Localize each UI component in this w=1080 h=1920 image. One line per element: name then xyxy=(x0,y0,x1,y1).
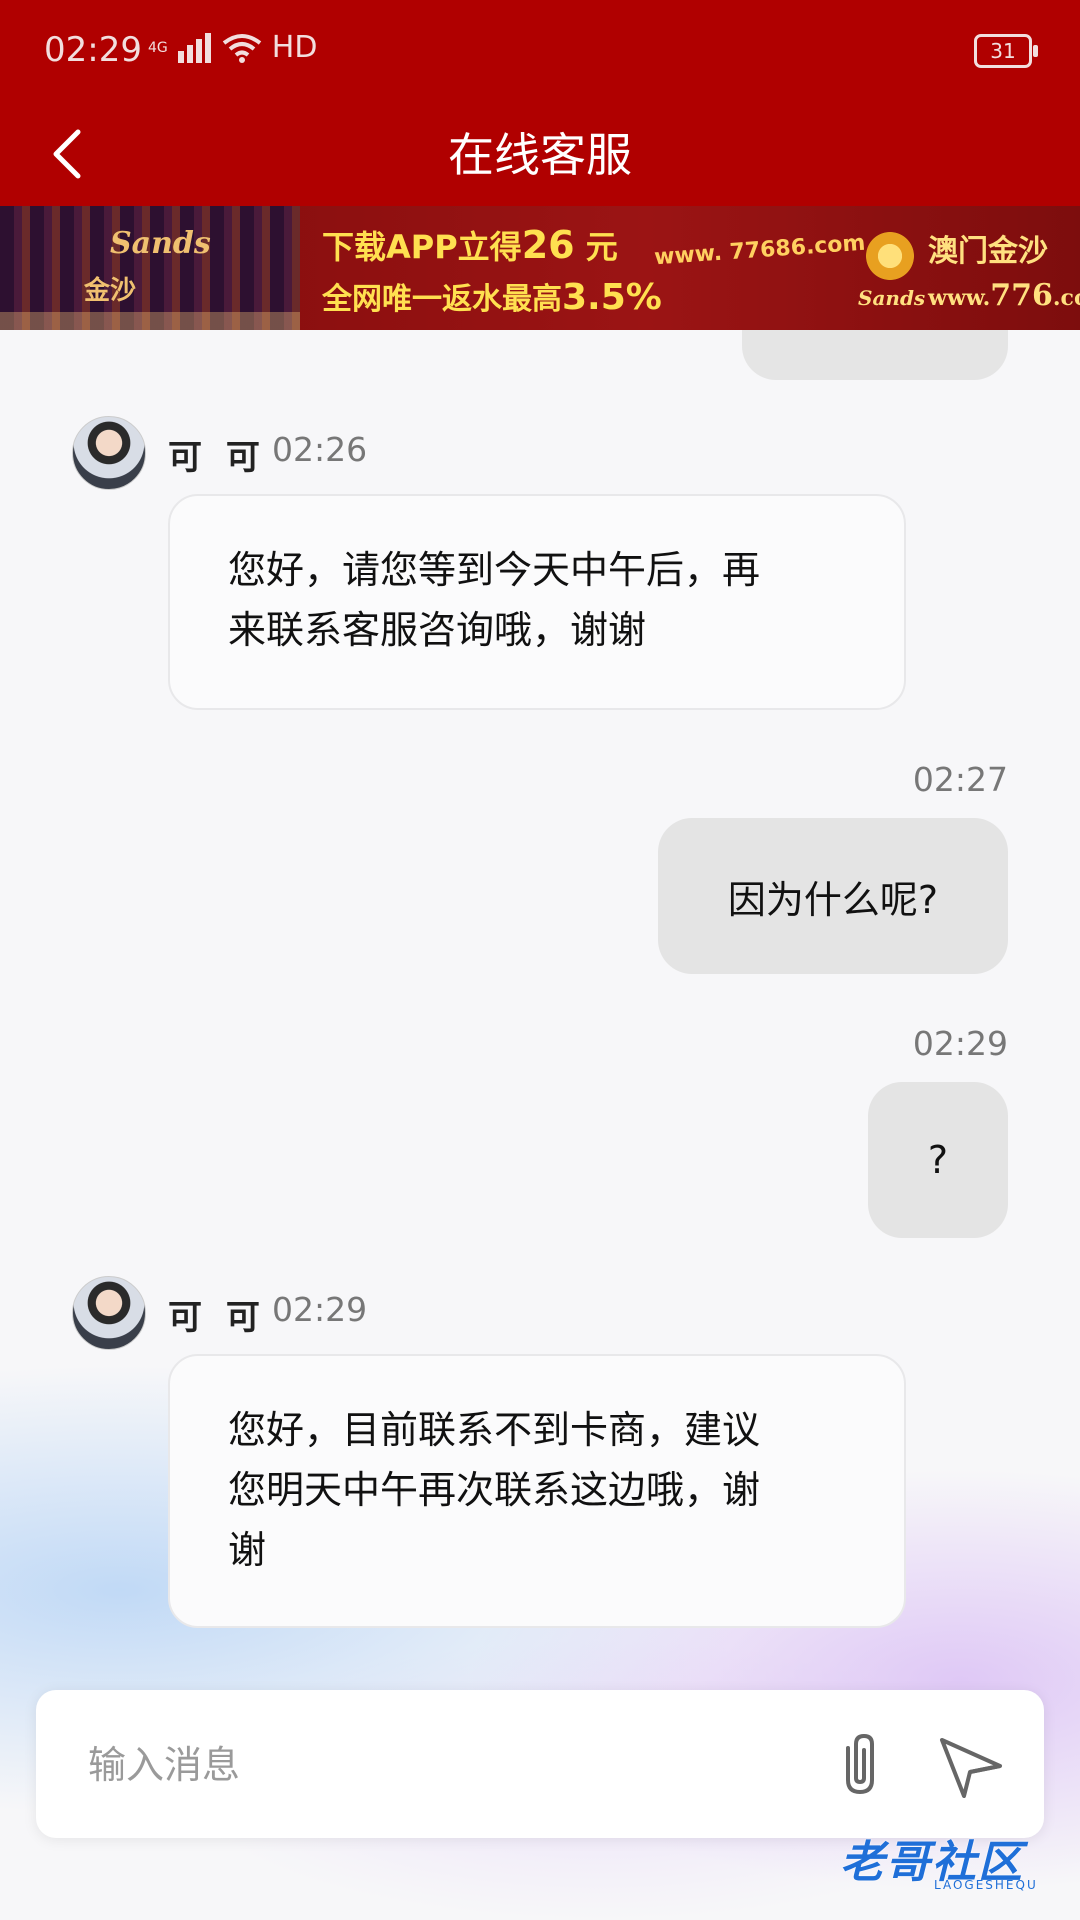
banner-url: www. 77686.com xyxy=(653,230,867,271)
message-time: 02:29 xyxy=(912,1024,1008,1063)
message-text-line: 您明天中午再次联系这边哦，谢 xyxy=(228,1468,761,1512)
outgoing-bubble-partial xyxy=(742,330,1008,380)
agent-avatar xyxy=(72,1276,146,1350)
incoming-message-bubble: 您好，目前联系不到卡商，建议 您明天中午再次联系这边哦，谢 谢 xyxy=(168,1354,906,1628)
signal-icon: 4G xyxy=(148,39,168,56)
chat-area[interactable]: 可 可 02:26 您好，请您等到今天中午后，再 来联系客服咨询哦，谢谢 02:… xyxy=(0,330,1080,1920)
message-composer xyxy=(36,1690,1044,1838)
message-text-line: 来联系客服咨询哦，谢谢 xyxy=(228,608,647,652)
message-text-line: 您好，目前联系不到卡商，建议 xyxy=(228,1408,761,1452)
banner-brand2-en: Sands xyxy=(858,286,926,310)
ad-banner[interactable]: Sands 金沙 下载APP立得26 元 全网唯一返水最高3.5% www. 7… xyxy=(0,206,1080,330)
watermark-sub: LAOGESHEQU xyxy=(934,1878,1038,1892)
message-text: 因为什么呢? xyxy=(727,877,939,922)
page-title: 在线客服 xyxy=(448,128,632,182)
banner-city-image xyxy=(0,206,300,330)
outgoing-message-bubble: ? xyxy=(868,1082,1008,1238)
sun-logo-icon xyxy=(862,228,918,284)
banner-headline: 下载APP立得26 元 xyxy=(322,223,618,267)
message-time: 02:26 xyxy=(272,430,368,469)
sender-name: 可 可 xyxy=(168,438,266,478)
message-time: 02:27 xyxy=(912,760,1008,799)
nav-header: 在线客服 xyxy=(0,104,1080,206)
message-time: 02:29 xyxy=(272,1290,368,1329)
status-time: 02:29 xyxy=(44,30,142,70)
status-icons: 4G HD xyxy=(148,30,317,65)
banner-url2: www.776.com xyxy=(928,278,1080,313)
banner-brand-en: Sands xyxy=(110,226,211,261)
hd-label: HD xyxy=(271,30,318,65)
wifi-icon xyxy=(222,33,261,63)
message-text-line: 您好，请您等到今天中午后，再 xyxy=(228,548,761,592)
banner-brand-cn: 金沙 xyxy=(84,276,137,306)
status-bar: 02:29 4G HD 31 xyxy=(0,0,1080,104)
outgoing-message-bubble: 因为什么呢? xyxy=(658,818,1008,974)
message-text: ? xyxy=(927,1138,949,1182)
banner-brand2-cn: 澳门金沙 xyxy=(928,234,1048,269)
banner-subline: 全网唯一返水最高3.5% xyxy=(322,277,662,318)
incoming-message-bubble: 您好，请您等到今天中午后，再 来联系客服咨询哦，谢谢 xyxy=(168,494,906,710)
attachment-paperclip-icon[interactable] xyxy=(822,1726,898,1802)
message-input[interactable] xyxy=(86,1724,810,1806)
send-icon[interactable] xyxy=(936,1730,1006,1800)
message-text-line: 谢 xyxy=(228,1528,267,1572)
agent-avatar xyxy=(72,416,146,490)
cell-signal-icon xyxy=(177,32,211,63)
battery-icon: 31 xyxy=(974,34,1038,68)
sender-name: 可 可 xyxy=(168,1298,266,1338)
